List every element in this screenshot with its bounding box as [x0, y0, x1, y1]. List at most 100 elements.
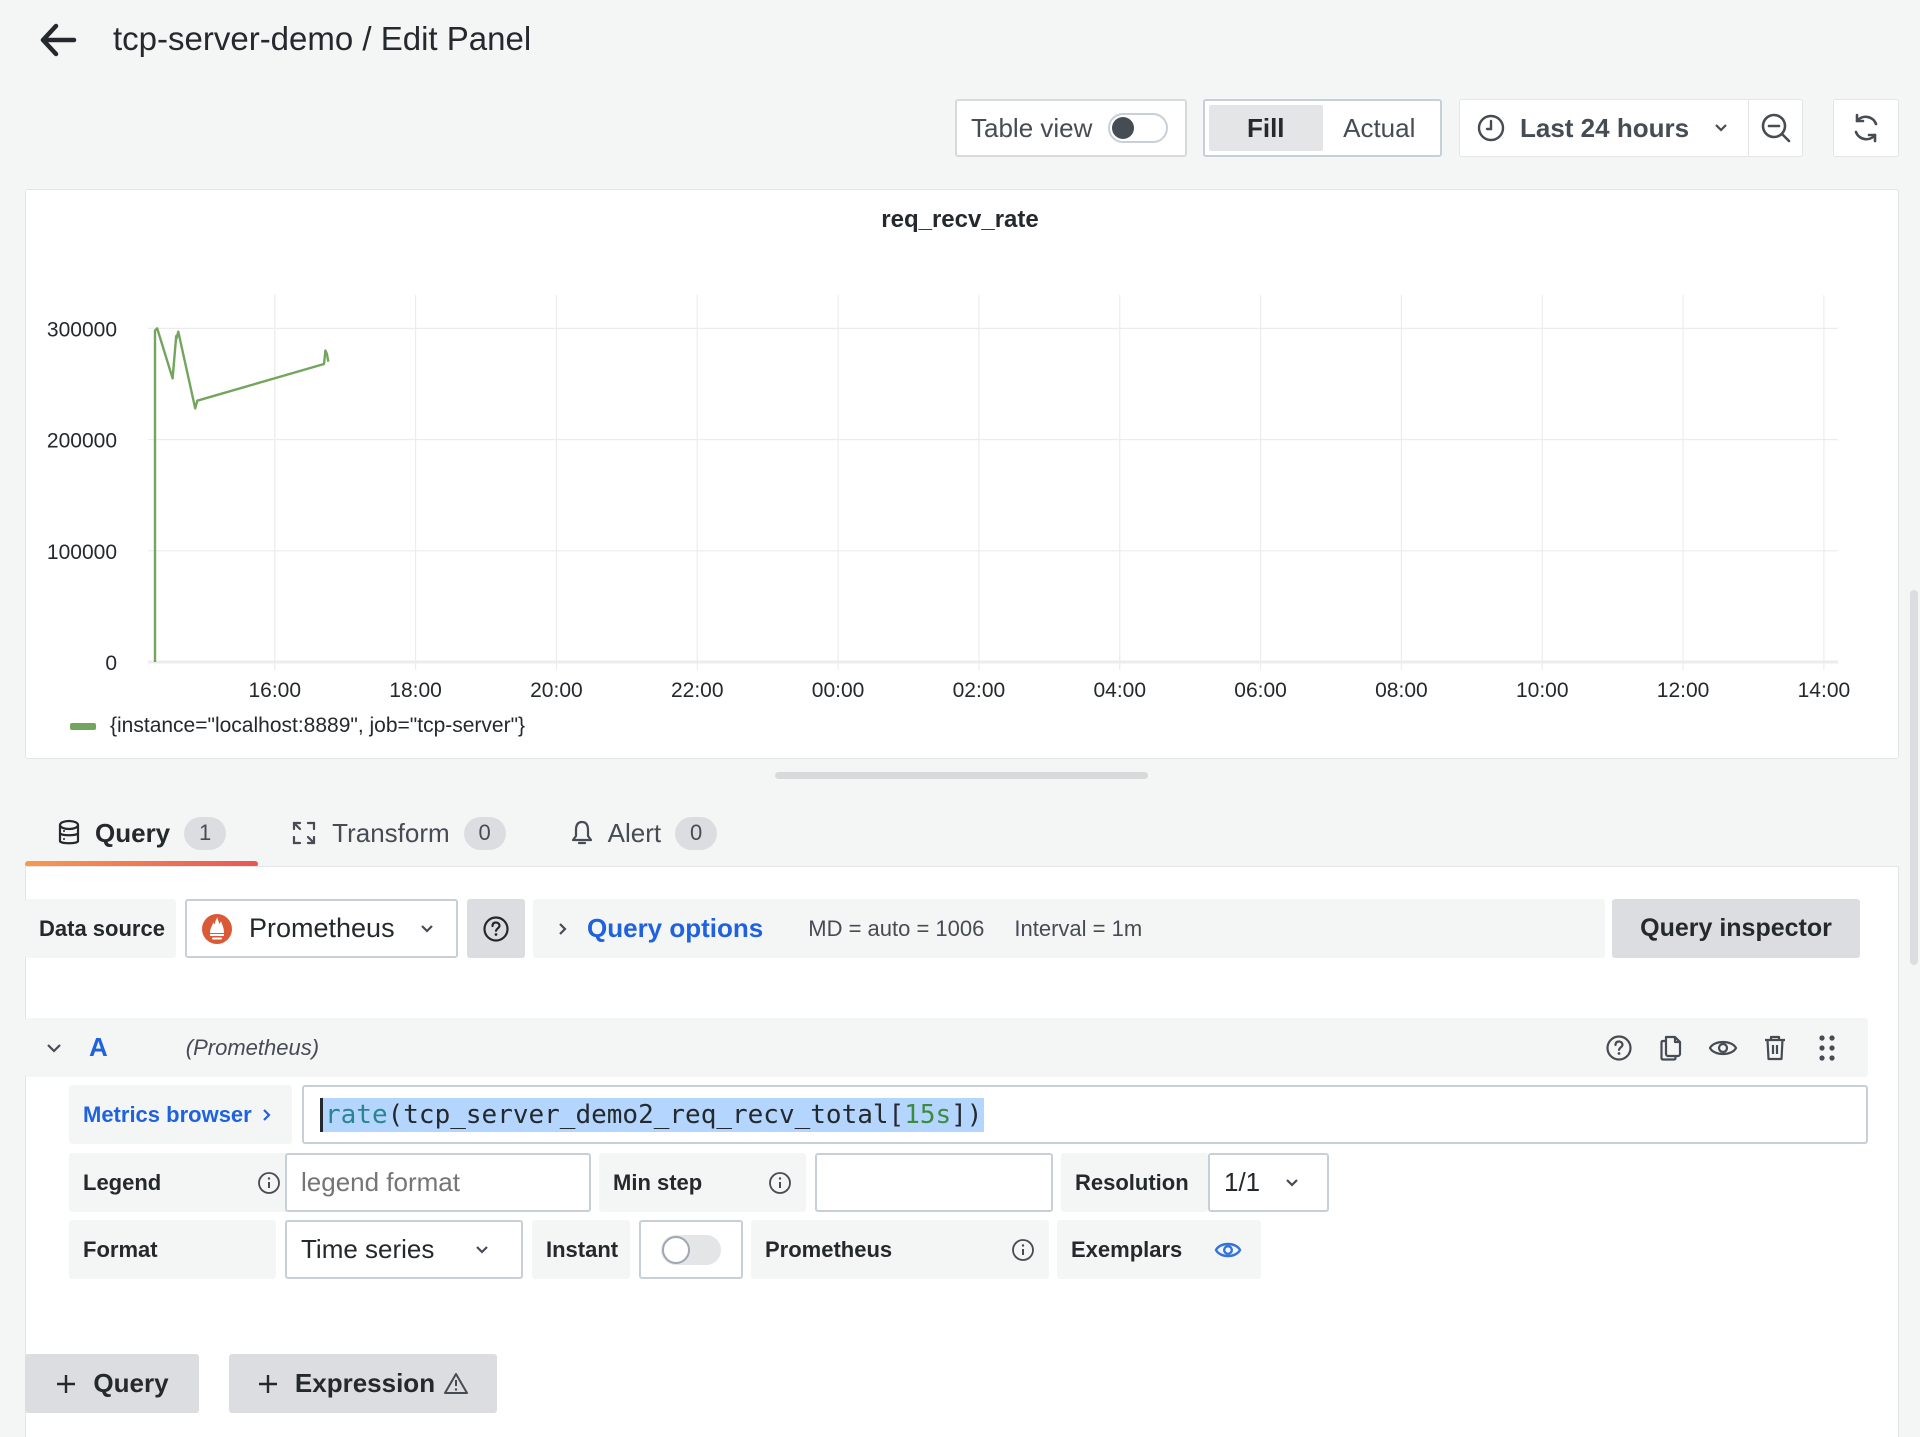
query-datasource-name: (Prometheus) — [185, 1034, 320, 1060]
bell-icon — [571, 820, 592, 845]
trash-icon — [1765, 1035, 1785, 1060]
query-range: 15s — [904, 1099, 952, 1130]
x-tick-label: 00:00 — [812, 679, 865, 702]
tab-count-badge: 0 — [463, 816, 506, 850]
plus-icon — [57, 1374, 76, 1393]
drag-handle[interactable] — [1812, 1033, 1842, 1063]
x-tick-label: 12:00 — [1657, 679, 1710, 702]
min-step-info-tooltip[interactable] — [768, 1171, 792, 1195]
x-tick-label: 10:00 — [1516, 679, 1569, 702]
query-options-bar[interactable]: Query options MD = auto = 1006 Interval … — [533, 899, 1605, 958]
format-select[interactable]: Time series — [285, 1220, 523, 1279]
tab-query[interactable]: Query 1 — [25, 805, 259, 867]
info-circle-icon — [769, 1171, 791, 1194]
y-tick-label: 0 — [105, 652, 117, 675]
tab-transform[interactable]: Transform 0 — [258, 805, 538, 861]
chevron-down-icon[interactable] — [45, 1041, 63, 1055]
exemplars-toggle[interactable] — [1214, 1239, 1242, 1261]
instant-label: Instant — [532, 1220, 630, 1279]
max-data-points-info: MD = auto = 1006 — [808, 915, 985, 941]
prometheus-type-label: Prometheus — [751, 1220, 1049, 1279]
prometheus-logo-icon — [202, 913, 232, 944]
data-source-picker[interactable]: Prometheus — [185, 899, 458, 958]
resolution-select[interactable]: 1/1 — [1208, 1153, 1329, 1212]
min-step-input[interactable] — [815, 1153, 1053, 1212]
switch-knob — [662, 1235, 690, 1264]
x-tick-label: 08:00 — [1375, 679, 1428, 702]
exemplars-label-text: Exemplars — [1071, 1236, 1183, 1262]
legend-info-tooltip[interactable] — [257, 1171, 281, 1195]
series-line — [153, 327, 330, 662]
format-value: Time series — [301, 1234, 435, 1264]
x-tick-label: 22:00 — [671, 679, 724, 702]
legend-label-text: Legend — [83, 1169, 162, 1195]
x-tick-label: 14:00 — [1798, 679, 1851, 702]
prometheus-info-tooltip[interactable] — [1011, 1238, 1035, 1262]
chevron-down-icon — [420, 924, 433, 933]
promql-query-input[interactable]: rate(tcp_server_demo2_req_recv_total[15s… — [302, 1085, 1868, 1144]
delete-query-button[interactable] — [1760, 1033, 1790, 1063]
eye-icon — [1708, 1040, 1738, 1055]
tab-label: Alert — [607, 817, 662, 848]
chevron-right-icon — [559, 922, 567, 935]
x-tick-label: 06:00 — [1234, 679, 1287, 702]
query-inspector-button[interactable]: Query inspector — [1612, 899, 1860, 958]
data-source-label: Data source — [25, 899, 176, 958]
tab-count-badge: 1 — [184, 816, 227, 850]
tab-label: Query — [95, 817, 171, 848]
data-source-help-button[interactable] — [467, 899, 525, 958]
resolution-value: 1/1 — [1224, 1167, 1261, 1197]
add-query-button[interactable]: Query — [25, 1354, 199, 1413]
info-circle-icon — [1012, 1238, 1034, 1261]
tab-count-badge: 0 — [675, 816, 718, 850]
query-close: ]) — [951, 1099, 983, 1130]
tab-alert[interactable]: Alert 0 — [538, 805, 749, 861]
query-options-link[interactable]: Query options — [587, 913, 763, 944]
chevron-right-icon — [262, 1108, 271, 1121]
interval-info: Interval = 1m — [1014, 915, 1143, 941]
question-circle-icon — [1606, 1034, 1632, 1061]
legend-item[interactable]: {instance="localhost:8889", job="tcp-ser… — [70, 714, 525, 738]
add-expression-label: Expression — [294, 1368, 436, 1398]
tab-label: Transform — [332, 817, 450, 848]
plus-icon — [258, 1374, 277, 1393]
warning-icon — [444, 1372, 469, 1394]
time-series-chart: 0 100000 200000 300000 16:00 18:00 20:00 22:00 0… — [47, 295, 1851, 702]
legend-format-input[interactable] — [285, 1153, 591, 1212]
legend-swatch — [70, 722, 96, 730]
selected-query-text: rate(tcp_server_demo2_req_recv_total[15s… — [320, 1097, 985, 1132]
instant-switch[interactable] — [661, 1234, 721, 1265]
page-scrollbar[interactable] — [1910, 590, 1918, 965]
panel-resize-handle[interactable] — [775, 772, 1148, 779]
x-tick-label: 04:00 — [1093, 679, 1146, 702]
add-query-label: Query — [93, 1368, 169, 1398]
query-help-button[interactable] — [1604, 1033, 1634, 1063]
chevron-down-icon — [1286, 1178, 1298, 1187]
add-expression-button[interactable]: Expression — [229, 1354, 497, 1413]
format-label: Format — [69, 1220, 276, 1279]
question-circle-icon — [483, 915, 509, 942]
editor-tabs: Query 1 Transform 0 Alert 0 — [25, 805, 749, 867]
min-step-label-text: Min step — [613, 1169, 703, 1195]
legend-label: {instance="localhost:8889", job="tcp-ser… — [110, 714, 526, 737]
x-tick-label: 02:00 — [953, 679, 1006, 702]
transform-icon — [293, 821, 316, 845]
x-tick-label: 20:00 — [530, 679, 583, 702]
data-source-name: Prometheus — [249, 913, 395, 943]
prometheus-label-text: Prometheus — [765, 1236, 893, 1262]
y-tick-label: 200000 — [47, 430, 117, 453]
drag-dots-icon — [1819, 1034, 1835, 1061]
metrics-browser-button[interactable]: Metrics browser — [69, 1085, 292, 1144]
min-step-field-label: Min step — [599, 1153, 806, 1212]
toggle-visibility-button[interactable] — [1708, 1033, 1738, 1063]
query-ref-id[interactable]: A — [89, 1032, 108, 1063]
eye-icon — [1214, 1242, 1242, 1257]
query-metric: (tcp_server_demo2_req_recv_total[ — [387, 1099, 905, 1130]
copy-icon — [1660, 1035, 1682, 1061]
x-tick-label: 18:00 — [389, 679, 442, 702]
duplicate-query-button[interactable] — [1656, 1033, 1686, 1063]
legend-field-label: Legend — [69, 1153, 295, 1212]
query-function: rate — [325, 1099, 388, 1130]
x-tick-label: 16:00 — [248, 679, 301, 702]
instant-toggle-box — [639, 1220, 743, 1279]
